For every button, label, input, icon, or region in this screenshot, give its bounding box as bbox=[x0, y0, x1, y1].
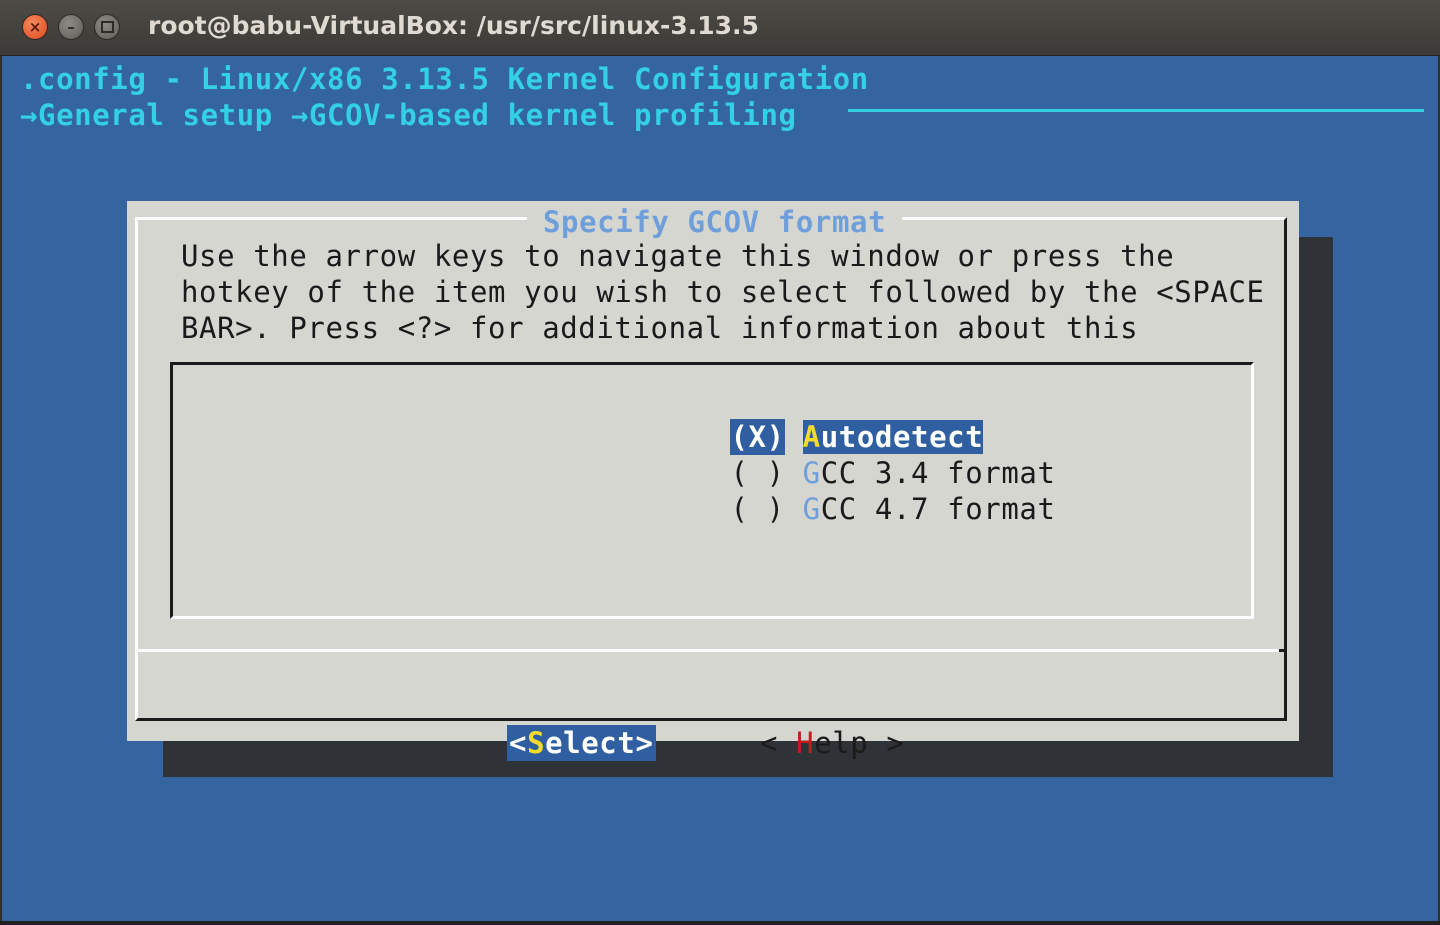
close-window-button[interactable]: × bbox=[22, 14, 48, 40]
breadcrumb: →General setup →GCOV-based kernel profil… bbox=[20, 98, 797, 132]
button-separator bbox=[135, 649, 1287, 652]
minimize-window-button[interactable]: – bbox=[58, 14, 84, 40]
select-button-right: > bbox=[635, 726, 654, 760]
help-button[interactable]: < Help > bbox=[760, 725, 905, 761]
dialog-title: Specify GCOV format bbox=[527, 205, 903, 239]
minimize-icon: – bbox=[67, 17, 75, 36]
gcov-format-dialog: Specify GCOV format Use the arrow keys t… bbox=[127, 201, 1299, 741]
instruction-line-1: Use the arrow keys to navigate this wind… bbox=[181, 239, 1175, 273]
close-icon: × bbox=[28, 17, 42, 36]
select-button-left: < bbox=[509, 726, 528, 760]
header-rule bbox=[848, 109, 1424, 112]
radio-mark: ( ) bbox=[730, 492, 785, 526]
help-button-left: < bbox=[760, 726, 797, 760]
window-title: root@babu-VirtualBox: /usr/src/linux-3.1… bbox=[148, 11, 759, 40]
help-button-label: elp bbox=[814, 726, 869, 760]
option-gcc-3-4[interactable]: ( ) GCC 3.4 format bbox=[586, 419, 1056, 490]
instruction-line-3: BAR>. Press <?> for additional informati… bbox=[181, 311, 1139, 345]
window-titlebar: × – root@babu-VirtualBox: /usr/src/linux… bbox=[0, 0, 1440, 56]
option-hotkey: G bbox=[802, 492, 821, 526]
instruction-line-2: hotkey of the item you wish to select fo… bbox=[181, 275, 1265, 309]
select-button-label: elect bbox=[545, 726, 636, 760]
config-header: .config - Linux/x86 3.13.5 Kernel Config… bbox=[20, 62, 869, 96]
maximize-icon bbox=[100, 21, 114, 33]
options-listbox: (X) Autodetect ( ) GCC 3.4 format ( ) GCC 4… bbox=[170, 362, 1254, 619]
option-autodetect[interactable]: (X) Autodetect bbox=[586, 383, 984, 455]
window-bottom-border bbox=[0, 921, 1440, 925]
button-separator-end bbox=[1279, 649, 1287, 652]
help-button-right: > bbox=[868, 726, 905, 760]
help-hotkey: H bbox=[796, 726, 815, 760]
maximize-window-button[interactable] bbox=[94, 14, 120, 40]
select-hotkey: S bbox=[527, 726, 546, 760]
select-button[interactable]: <Select> bbox=[507, 725, 656, 761]
option-label: CC 4.7 format bbox=[820, 492, 1056, 526]
terminal-area[interactable]: .config - Linux/x86 3.13.5 Kernel Config… bbox=[2, 56, 1438, 921]
option-gcc-4-7[interactable]: ( ) GCC 4.7 format bbox=[586, 455, 1056, 526]
